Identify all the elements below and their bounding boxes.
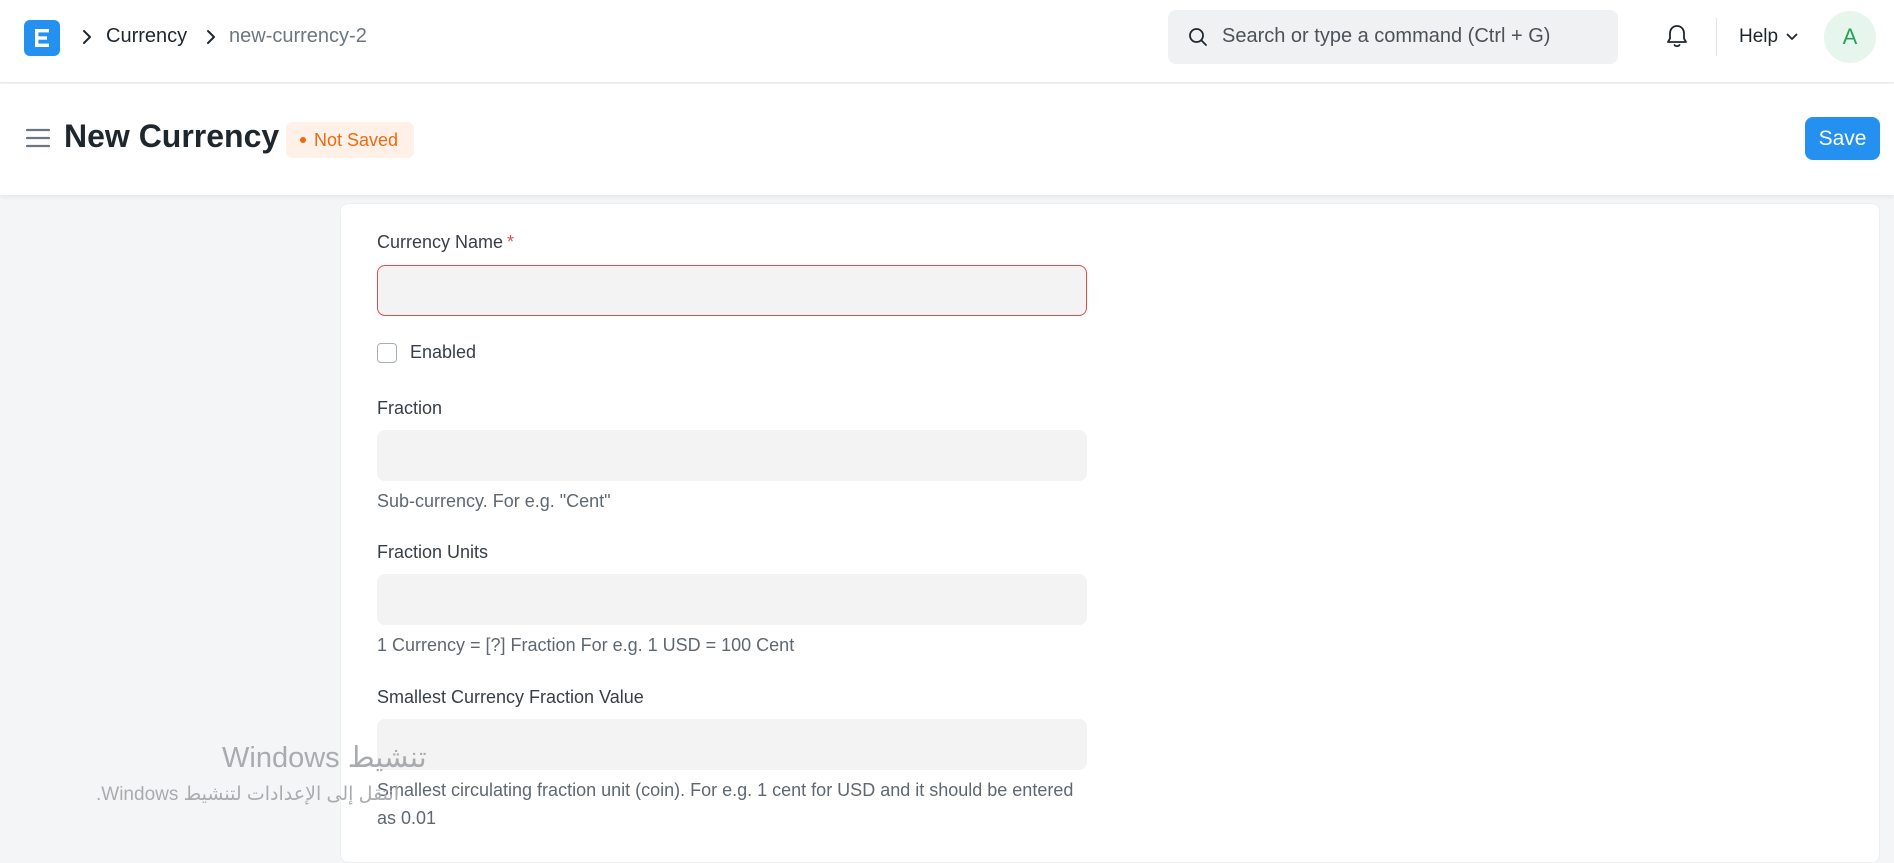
top-navbar: Currency new-currency-2 Search or type a…: [0, 0, 1894, 83]
app-logo-icon[interactable]: [24, 20, 60, 56]
chevron-right-icon: [83, 30, 91, 44]
help-dropdown[interactable]: Help: [1739, 26, 1798, 48]
chevron-right-icon: [207, 30, 215, 44]
breadcrumb-current-doc[interactable]: new-currency-2: [229, 25, 367, 48]
search-placeholder: Search or type a command (Ctrl + G): [1222, 25, 1551, 47]
currency-name-input[interactable]: [377, 265, 1087, 316]
status-badge: Not Saved: [286, 122, 415, 158]
required-mark: *: [507, 232, 515, 252]
page-title: New Currency: [64, 118, 280, 154]
fraction-input[interactable]: [377, 430, 1087, 481]
fraction-units-input[interactable]: [377, 574, 1087, 625]
smallest-fraction-input[interactable]: [377, 719, 1087, 770]
fraction-help: Sub-currency. For e.g. "Cent": [377, 491, 611, 511]
chevron-down-icon: [1786, 33, 1798, 40]
avatar[interactable]: A: [1824, 11, 1876, 63]
currency-name-label: Currency Name *: [377, 232, 514, 253]
fraction-units-help: 1 Currency = [?] Fraction For e.g. 1 USD…: [377, 635, 795, 655]
smallest-fraction-label: Smallest Currency Fraction Value: [377, 687, 644, 707]
windows-activation-subtitle: انتقل إلى الإعدادات لتنشيط Windows.: [96, 784, 399, 805]
enabled-checkbox[interactable]: [377, 343, 397, 363]
bell-icon[interactable]: [1665, 23, 1689, 49]
fraction-units-label: Fraction Units: [377, 542, 489, 562]
breadcrumb-currency[interactable]: Currency: [106, 25, 187, 48]
smallest-fraction-help: Smallest circulating fraction unit (coin…: [377, 780, 1074, 828]
page-head: New Currency Not Saved Save: [0, 84, 1894, 195]
fraction-label: Fraction: [377, 398, 443, 418]
help-label: Help: [1739, 26, 1779, 47]
status-dot: [300, 137, 306, 143]
save-button[interactable]: Save: [1805, 117, 1880, 160]
windows-activation-title: تنشيط Windows: [222, 742, 427, 774]
search-icon: [1189, 28, 1207, 46]
currency-name-label-text: Currency Name: [377, 232, 504, 252]
status-label: Not Saved: [314, 129, 399, 150]
hamburger-icon[interactable]: [26, 128, 50, 148]
navbar-divider: [1716, 18, 1717, 56]
enabled-label[interactable]: Enabled: [410, 342, 476, 363]
search-bar[interactable]: Search or type a command (Ctrl + G): [1168, 10, 1618, 64]
